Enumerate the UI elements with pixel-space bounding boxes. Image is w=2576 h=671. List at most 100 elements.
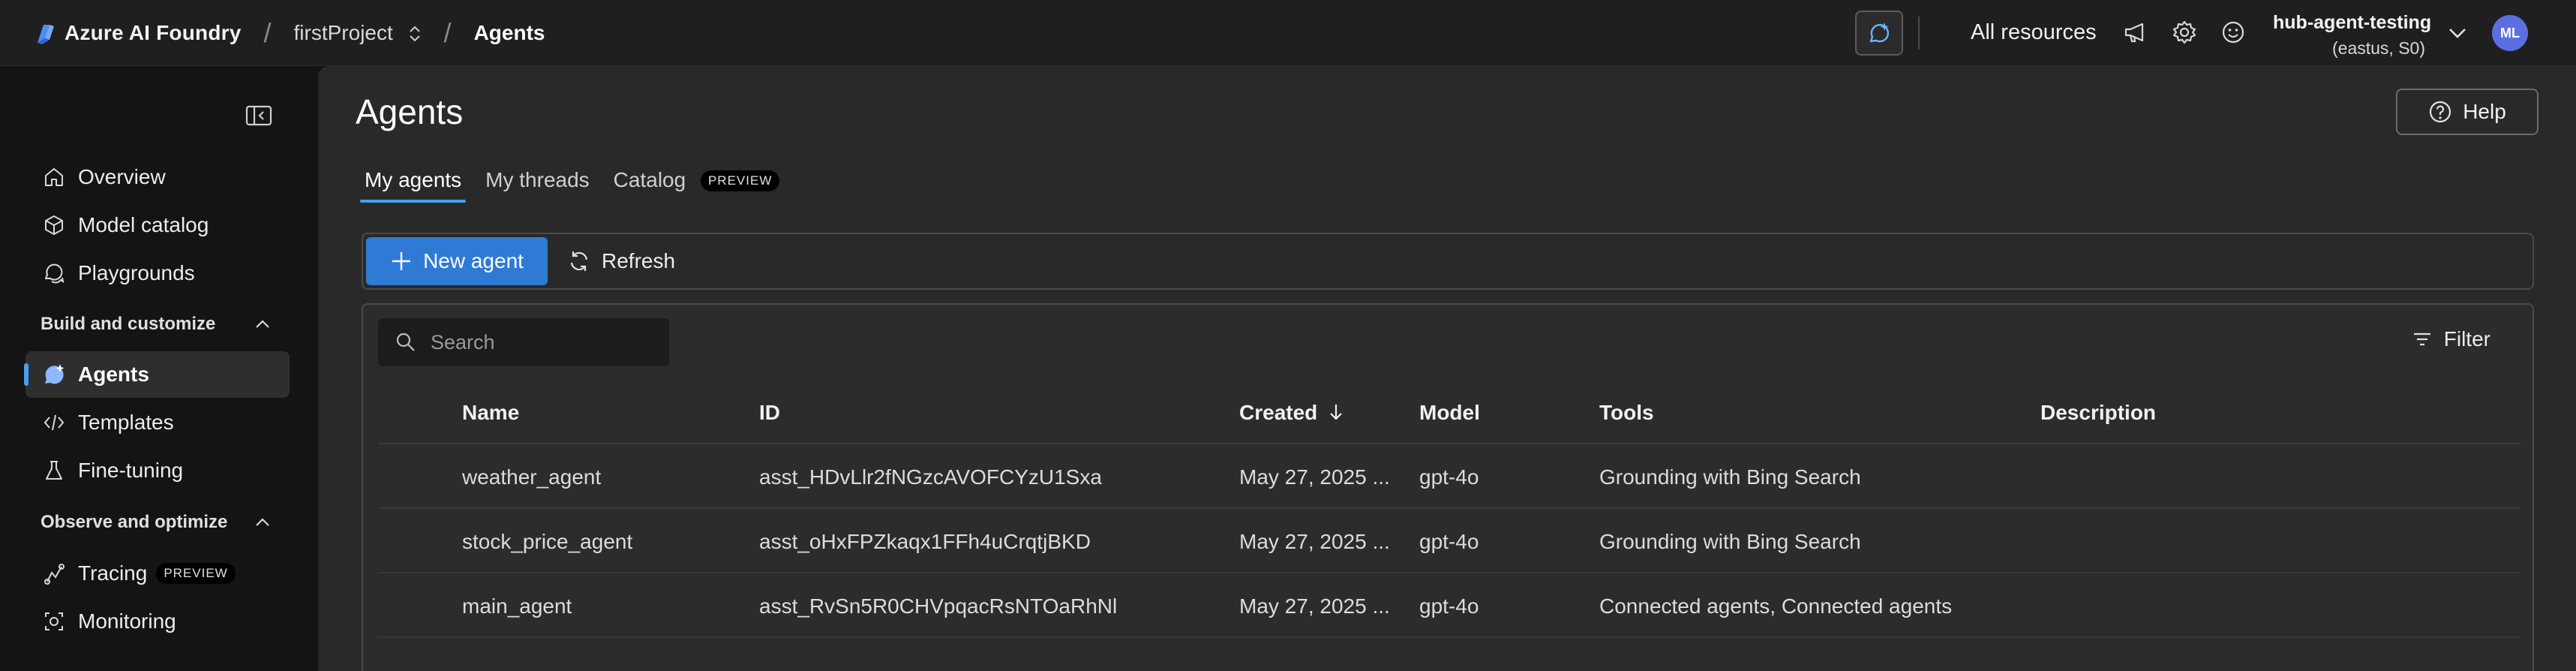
refresh-button[interactable]: Refresh [567,237,675,285]
help-button[interactable]: Help [2396,89,2538,135]
agent-created: May 27, 2025 ... [1239,465,1390,489]
section-build-and-customize[interactable]: Build and customize [41,314,273,335]
sidebar-item-playgrounds[interactable]: Playgrounds [26,250,290,296]
agent-model: gpt-4o [1419,594,1479,618]
chevron-down-icon[interactable] [2444,20,2471,47]
copilot-icon [1869,23,1890,43]
foundry-logo-icon [38,24,54,44]
column-header-model[interactable]: Model [1419,401,1480,425]
agent-name[interactable]: main_agent [462,594,572,618]
filter-button[interactable]: Filter [2411,327,2490,351]
main-content: Agents Help My agents My threads Catalog… [318,66,2576,671]
column-header-id[interactable]: ID [759,401,780,425]
filter-icon [2413,332,2430,346]
cube-icon [41,212,68,239]
column-header-created[interactable]: Created [1239,401,1344,425]
tab-bar: My agents My threads Catalog PREVIEW [359,168,803,203]
agent-created: May 27, 2025 ... [1239,594,1390,618]
refresh-label: Refresh [602,249,676,272]
sidebar-item-monitoring[interactable]: Monitoring [26,598,290,645]
hub-name[interactable]: hub-agent-testing [2273,12,2431,34]
preview-badge: PREVIEW [700,170,780,191]
tab-catalog[interactable]: Catalog PREVIEW [614,168,780,203]
sidebar-item-label: Agents [78,363,149,386]
announcements-icon[interactable] [2121,18,2150,47]
code-icon [41,409,68,436]
sidebar-item-templates[interactable]: Templates [26,399,290,446]
chevron-up-icon [256,320,269,328]
help-icon [2430,101,2451,123]
top-bar: Azure AI Foundry / firstProject / Agents… [0,0,2576,66]
agent-id: asst_HDvLlr2fNGzcAVOFCYzU1Sxa [759,465,1102,489]
flask-icon [41,457,68,484]
settings-gear-icon[interactable] [2170,18,2199,47]
section-label: Observe and optimize [41,512,228,532]
breadcrumb-current: Agents [473,20,545,44]
help-label: Help [2463,100,2506,123]
chevron-up-down-icon [409,26,420,42]
avatar[interactable]: ML [2492,15,2528,51]
monitor-icon [41,608,68,635]
sidebar-item-label: Overview [78,165,166,188]
section-observe-and-optimize[interactable]: Observe and optimize [41,512,273,533]
sidebar-item-label: Tracing [78,561,148,585]
section-label: Build and customize [41,314,216,334]
chat-icon [41,260,68,287]
preview-badge: PREVIEW [156,563,236,584]
sidebar-item-label: Templates [78,411,174,434]
copilot-button[interactable] [1855,11,1903,56]
agent-tools: Connected agents, Connected agents [1599,594,1953,618]
sidebar: Overview Model catalog Playgrounds Build… [0,66,318,671]
brand[interactable]: Azure AI Foundry [35,21,242,45]
home-icon [41,164,68,191]
new-agent-label: New agent [423,249,524,272]
column-header-name[interactable]: Name [462,401,519,425]
agent-icon [41,361,68,388]
sidebar-item-model-catalog[interactable]: Model catalog [26,202,290,248]
breadcrumb-separator: / [263,17,272,48]
page-title: Agents [356,92,464,131]
agent-name[interactable]: weather_agent [462,465,601,489]
table-row[interactable]: stock_price_agent asst_oHxFPZkaqx1FFh4uC… [378,509,2520,573]
tab-my-threads[interactable]: My threads [485,168,590,203]
sidebar-item-label: Model catalog [78,213,209,236]
filter-label: Filter [2443,327,2490,351]
agent-tools: Grounding with Bing Search [1599,530,1861,553]
new-agent-button[interactable]: New agent [366,237,548,285]
column-header-description[interactable]: Description [2040,401,2156,425]
all-resources-link[interactable]: All resources [1971,20,2097,45]
brand-label: Azure AI Foundry [65,20,242,44]
divider [1918,17,1920,50]
table-row[interactable]: weather_agent asst_HDvLlr2fNGzcAVOFCYzU1… [378,444,2520,509]
collapse-sidebar-icon[interactable] [245,104,273,128]
plus-icon [392,252,411,270]
search-icon [396,332,415,351]
agent-tools: Grounding with Bing Search [1599,465,1861,489]
chevron-up-icon [256,518,269,526]
tab-label: Catalog [613,168,686,191]
search-input[interactable] [431,330,656,354]
agents-table-card: Filter Name ID Created Model Tools Descr… [362,303,2534,671]
agent-model: gpt-4o [1419,530,1479,553]
project-name: firstProject [293,20,393,44]
sidebar-item-label: Monitoring [78,609,176,633]
tab-my-agents[interactable]: My agents [359,168,467,203]
feedback-smiley-icon[interactable] [2219,18,2247,47]
column-header-tools[interactable]: Tools [1599,401,1654,425]
agent-id: asst_RvSn5R0CHVpqacRsNTOaRhNl [759,594,1118,618]
sidebar-item-fine-tuning[interactable]: Fine-tuning [26,447,290,494]
agent-name[interactable]: stock_price_agent [462,530,632,554]
agent-model: gpt-4o [1419,465,1479,489]
column-header-label: Created [1239,401,1318,424]
agent-created: May 27, 2025 ... [1239,530,1390,553]
search-box[interactable] [378,318,669,366]
sidebar-item-label: Fine-tuning [78,459,184,482]
sidebar-item-overview[interactable]: Overview [26,154,290,200]
tracing-icon [41,560,68,587]
sidebar-item-agents[interactable]: Agents [24,351,290,398]
hub-region: (eastus, S0) [2332,38,2425,58]
table-row[interactable]: main_agent asst_RvSn5R0CHVpqacRsNTOaRhNl… [378,573,2520,638]
sidebar-item-tracing[interactable]: Tracing PREVIEW [26,550,290,597]
project-switcher[interactable]: firstProject [294,21,422,45]
table-header: Name ID Created Model Tools Description [378,380,2520,444]
